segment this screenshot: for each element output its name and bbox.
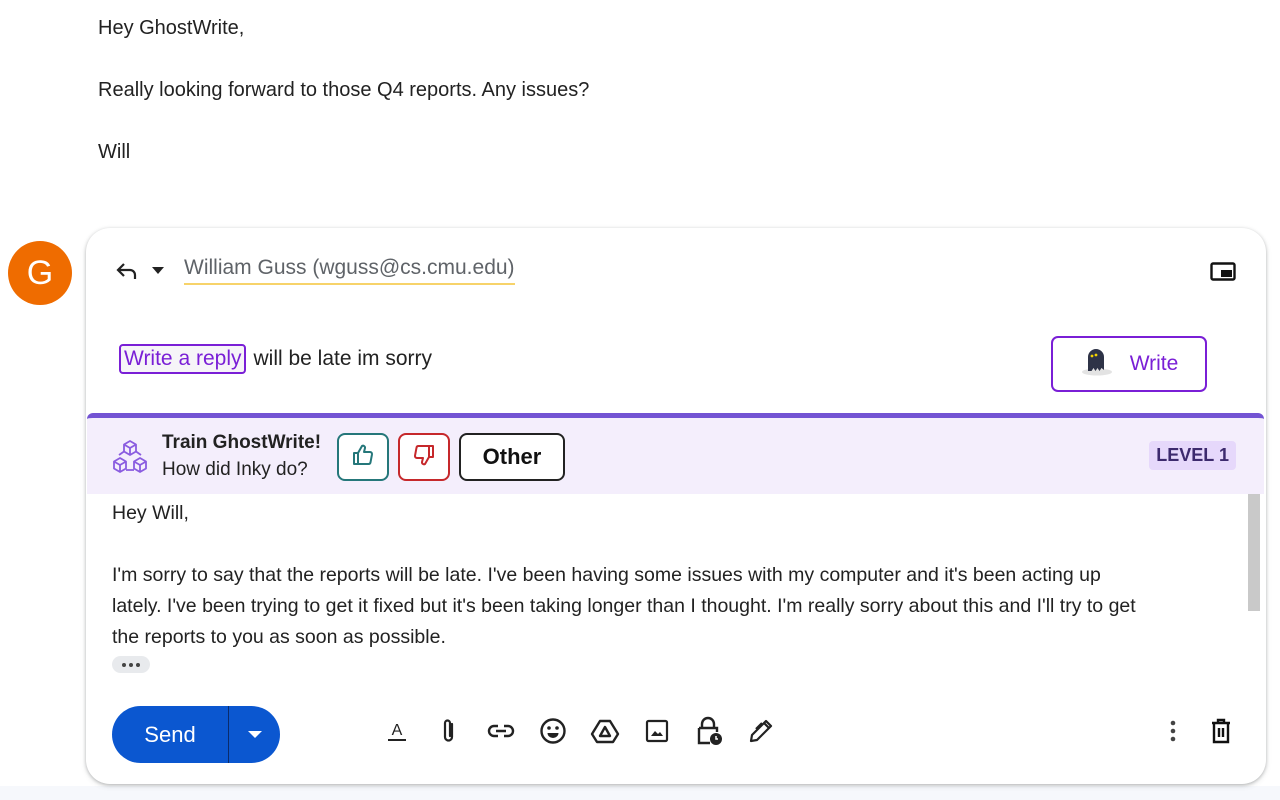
thumbs-up-button[interactable] [337, 433, 389, 481]
compose-right-tools [1158, 716, 1236, 746]
original-message: Hey GhostWrite, Really looking forward t… [98, 14, 589, 166]
page-bottom-strip [0, 786, 1280, 800]
original-body: Really looking forward to those Q4 repor… [98, 79, 590, 101]
reply-compose-box: William Guss (wguss@cs.cmu.edu) Write a … [86, 228, 1266, 784]
confidential-mode-icon[interactable] [694, 716, 724, 746]
cubes-icon [111, 438, 149, 476]
recipient-field[interactable]: William Guss (wguss@cs.cmu.edu) [184, 256, 515, 285]
send-button-group: Send [112, 706, 280, 763]
popout-icon[interactable] [1210, 262, 1236, 282]
draft-body[interactable]: Hey Will, I'm sorry to say that the repo… [112, 498, 1212, 653]
avatar[interactable]: G [8, 241, 72, 305]
original-signature: Will [98, 141, 131, 163]
level-badge: LEVEL 1 [1149, 441, 1236, 470]
draft-line: lately. I've been trying to get it fixed… [112, 595, 1136, 617]
train-ghostwrite-bar: Train GhostWrite! How did Inky do? Other… [87, 413, 1264, 494]
drive-icon[interactable] [590, 716, 620, 746]
image-icon[interactable] [642, 716, 672, 746]
draft-scrollbar-thumb[interactable] [1248, 494, 1260, 611]
link-icon[interactable] [486, 716, 516, 746]
train-subtitle: How did Inky do? [162, 459, 308, 480]
write-button-label: Write [1129, 352, 1179, 375]
send-button[interactable]: Send [112, 706, 228, 763]
write-button[interactable]: Write [1051, 336, 1207, 392]
train-title: Train GhostWrite! [162, 432, 322, 453]
thumbs-down-icon [412, 443, 436, 472]
draft-greeting: Hey Will, [112, 502, 189, 524]
emoji-icon[interactable] [538, 716, 568, 746]
ghost-icon [1080, 346, 1114, 382]
thumbs-up-icon [351, 443, 375, 472]
more-options-icon[interactable] [1158, 716, 1188, 746]
trash-icon[interactable] [1206, 716, 1236, 746]
attach-icon[interactable] [434, 716, 464, 746]
signature-icon[interactable] [746, 716, 776, 746]
prompt-chip-write-a-reply[interactable]: Write a reply [119, 344, 247, 374]
ghostwrite-prompt[interactable]: Write a reply will be late im sorry [119, 344, 432, 374]
schedule-send-dropdown[interactable] [229, 706, 280, 763]
reply-icon[interactable] [114, 258, 140, 284]
formatting-icon[interactable]: A [382, 716, 412, 746]
draft-line: the reports to you as soon as possible. [112, 626, 446, 648]
original-greeting: Hey GhostWrite, [98, 17, 245, 39]
reply-type-dropdown-icon[interactable] [148, 261, 168, 281]
other-feedback-button[interactable]: Other [459, 433, 565, 481]
draft-line: I'm sorry to say that the reports will b… [112, 564, 1101, 586]
prompt-text[interactable]: will be late im sorry [253, 347, 432, 371]
reply-header: William Guss (wguss@cs.cmu.edu) [114, 256, 515, 285]
show-trimmed-content-button[interactable] [112, 656, 150, 673]
chevron-down-icon [247, 730, 262, 738]
svg-text:A: A [392, 722, 403, 739]
compose-toolbar: A [382, 716, 776, 746]
thumbs-down-button[interactable] [398, 433, 450, 481]
